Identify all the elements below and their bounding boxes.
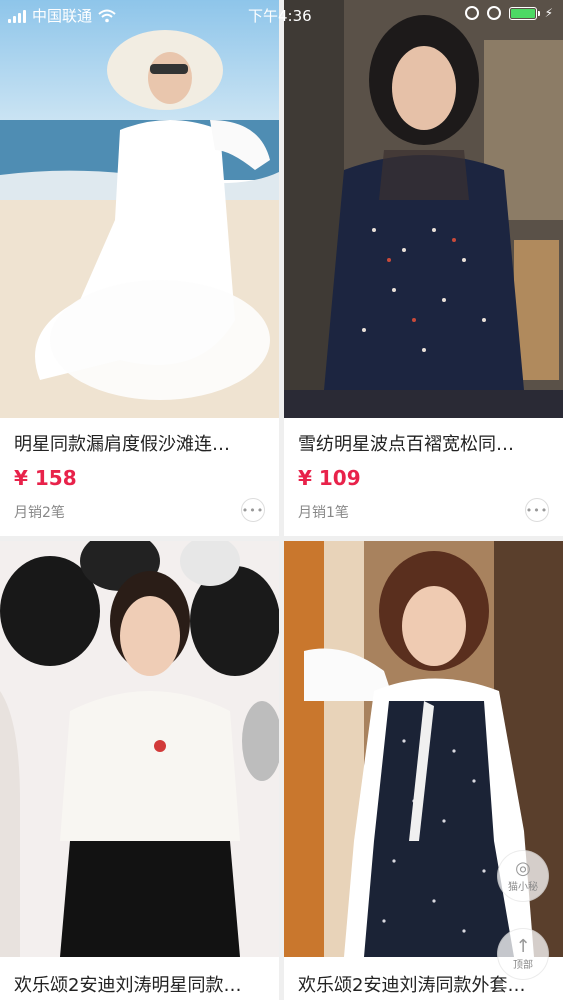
product-image[interactable] xyxy=(284,0,563,418)
product-title[interactable]: 明星同款漏肩度假沙滩连… xyxy=(14,430,269,456)
wifi-icon xyxy=(98,9,116,22)
more-options-button[interactable]: ••• xyxy=(241,498,265,522)
battery-icon xyxy=(508,6,540,20)
product-image[interactable] xyxy=(0,541,279,957)
monthly-sales: 月销1笔 xyxy=(298,505,349,521)
product-image[interactable] xyxy=(0,0,279,418)
status-bar: 中国联通 下午4:36 ⚡ xyxy=(0,0,563,30)
charging-icon: ⚡ xyxy=(544,6,553,20)
back-to-top-label: 顶部 xyxy=(513,959,533,971)
product-price: ¥ 109 xyxy=(298,466,361,490)
assistant-button[interactable]: ◎ 猫小秘 xyxy=(497,850,549,902)
more-options-button[interactable]: ••• xyxy=(525,498,549,522)
product-card[interactable]: 欢乐颂2安迪刘涛明星同款… xyxy=(0,541,279,1000)
carrier-name: 中国联通 xyxy=(32,7,93,25)
product-card[interactable]: 雪纺明星波点百褶宽松同… ¥ 109 月销1笔 ••• xyxy=(284,0,563,536)
arrow-up-icon: ↑ xyxy=(515,935,531,957)
product-title[interactable]: 雪纺明星波点百褶宽松同… xyxy=(298,430,553,456)
ellipsis-icon: ••• xyxy=(525,503,549,517)
product-price: ¥ 158 xyxy=(14,466,77,490)
status-right: ⚡ xyxy=(464,6,553,20)
rotation-lock-icon xyxy=(464,6,479,20)
back-to-top-button[interactable]: ↑ 顶部 xyxy=(497,928,549,980)
status-left: 中国联通 xyxy=(8,5,116,26)
product-card[interactable]: 明星同款漏肩度假沙滩连… ¥ 158 月销2笔 ••• xyxy=(0,0,279,536)
monthly-sales: 月销2笔 xyxy=(14,505,65,521)
alarm-icon xyxy=(486,6,501,20)
signal-icon xyxy=(8,9,26,23)
cat-assistant-icon: ◎ xyxy=(515,857,531,879)
assistant-label: 猫小秘 xyxy=(508,881,538,893)
status-time: 下午4:36 xyxy=(248,7,312,25)
ellipsis-icon: ••• xyxy=(241,503,265,517)
product-title[interactable]: 欢乐颂2安迪刘涛明星同款… xyxy=(14,971,269,997)
